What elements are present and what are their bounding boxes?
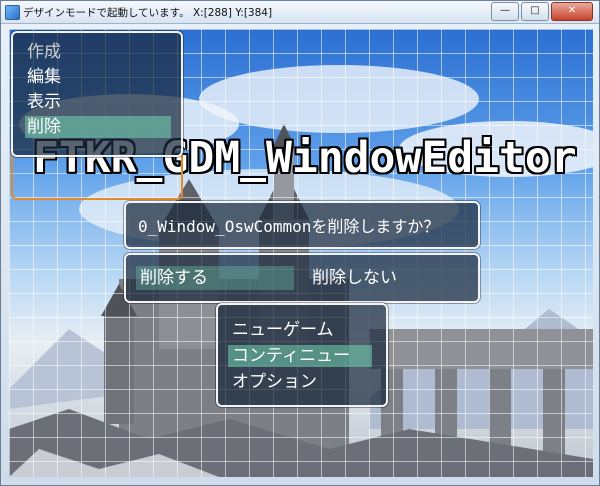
confirm-choice-window: 削除する 削除しない: [124, 253, 480, 303]
app-icon: [5, 5, 20, 20]
window-title: デザインモードで起動しています。 X:[288] Y:[384]: [23, 7, 273, 19]
window-controls: — □ ✕: [491, 2, 593, 21]
menu-item-create[interactable]: 作成: [25, 41, 63, 63]
title-menu-continue[interactable]: コンティニュー: [228, 345, 372, 367]
minimize-button[interactable]: —: [491, 2, 519, 21]
game-viewport[interactable]: FTKR_GDM_WindowEditor 作成 編集 表示 削除 0_Wind…: [9, 29, 593, 477]
title-bar[interactable]: デザインモードで起動しています。 X:[288] Y:[384] — □ ✕: [1, 1, 599, 24]
menu-item-delete[interactable]: 削除: [25, 116, 171, 138]
title-menu-options[interactable]: オプション: [228, 371, 321, 393]
delete-yes-button[interactable]: 削除する: [136, 266, 294, 290]
editor-command-window: 作成 編集 表示 削除: [11, 31, 183, 157]
maximize-button[interactable]: □: [521, 2, 549, 21]
confirm-dialog: 0_Window_OswCommonを削除しますか？: [124, 201, 480, 249]
selected-window-outline: [11, 154, 183, 200]
delete-no-button[interactable]: 削除しない: [308, 266, 401, 290]
title-menu-new-game[interactable]: ニューゲーム: [228, 319, 338, 341]
menu-item-view[interactable]: 表示: [25, 91, 63, 113]
close-button[interactable]: ✕: [551, 2, 593, 21]
confirm-message: 0_Window_OswCommonを削除しますか？: [138, 217, 440, 236]
menu-item-edit[interactable]: 編集: [25, 66, 63, 88]
title-command-window: ニューゲーム コンティニュー オプション: [216, 303, 388, 407]
app-window: デザインモードで起動しています。 X:[288] Y:[384] — □ ✕ F…: [0, 0, 600, 486]
